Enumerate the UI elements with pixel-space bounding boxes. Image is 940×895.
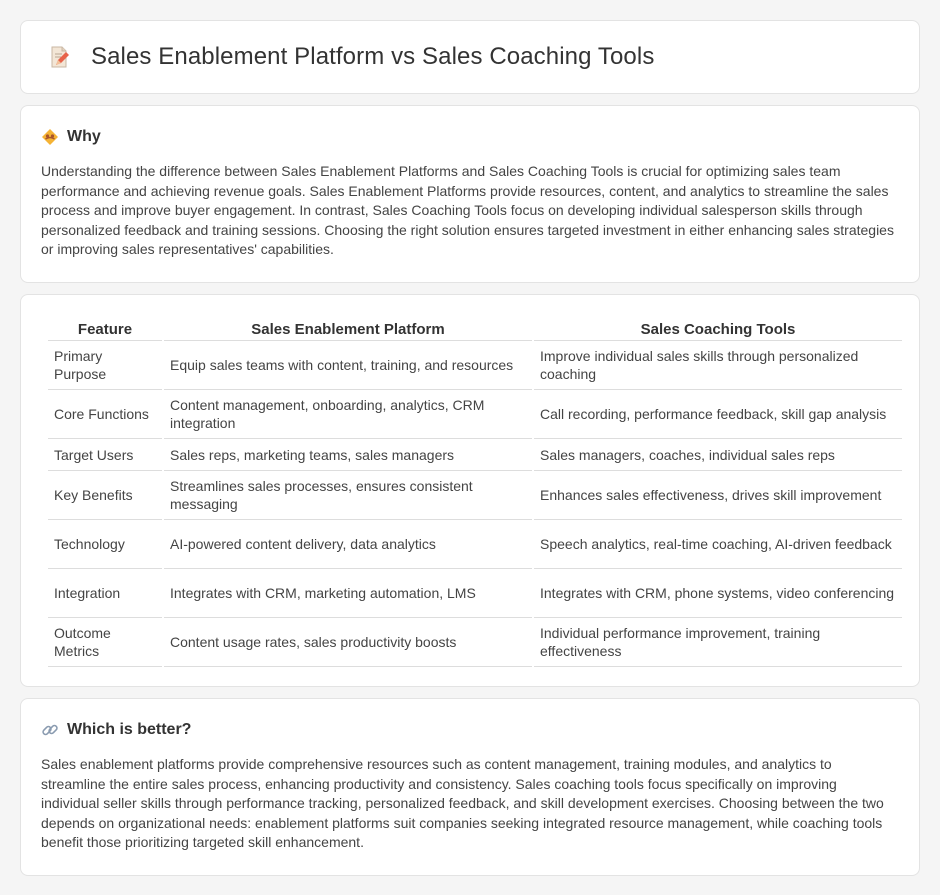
enablement-cell: Sales reps, marketing teams, sales manag… [164,439,532,471]
header-feature: Feature [48,315,162,341]
better-section: Which is better? Sales enablement platfo… [20,698,920,876]
better-text: Sales enablement platforms provide compr… [41,756,884,850]
header-enablement: Sales Enablement Platform [164,315,532,341]
page-title: Sales Enablement Platform vs Sales Coach… [91,43,655,70]
table-row: Primary Purpose Equip sales teams with c… [48,341,902,390]
enablement-cell: Streamlines sales processes, ensures con… [164,471,532,520]
coaching-cell: Improve individual sales skills through … [534,341,902,390]
enablement-cell: Integrates with CRM, marketing automatio… [164,569,532,618]
enablement-cell: Content management, onboarding, analytic… [164,390,532,439]
feature-cell: Key Benefits [48,471,162,520]
feature-cell: Integration [48,569,162,618]
table-row: Outcome Metrics Content usage rates, sal… [48,618,902,667]
enablement-cell: Content usage rates, sales productivity … [164,618,532,667]
feature-cell: Technology [48,520,162,569]
coaching-cell: Sales managers, coaches, individual sale… [534,439,902,471]
coaching-cell: Call recording, performance feedback, sk… [534,390,902,439]
document-edit-icon [47,45,71,69]
coaching-cell: Individual performance improvement, trai… [534,618,902,667]
table-row: Target Users Sales reps, marketing teams… [48,439,902,471]
comparison-card: Feature Sales Enablement Platform Sales … [20,294,920,687]
coaching-cell: Enhances sales effectiveness, drives ski… [534,471,902,520]
coaching-cell: Integrates with CRM, phone systems, vide… [534,569,902,618]
why-heading: Why [67,128,101,145]
link-icon [41,721,59,739]
table-header-row: Feature Sales Enablement Platform Sales … [48,315,902,341]
handshake-icon [41,128,59,146]
title-card: Sales Enablement Platform vs Sales Coach… [20,20,920,94]
feature-cell: Outcome Metrics [48,618,162,667]
coaching-cell: Speech analytics, real-time coaching, AI… [534,520,902,569]
why-section: Why Understanding the difference between… [20,105,920,283]
enablement-cell: AI-powered content delivery, data analyt… [164,520,532,569]
better-heading: Which is better? [67,721,192,738]
table-row: Key Benefits Streamlines sales processes… [48,471,902,520]
table-row: Technology AI-powered content delivery, … [48,520,902,569]
header-coaching: Sales Coaching Tools [534,315,902,341]
feature-cell: Core Functions [48,390,162,439]
why-header: Why [41,128,899,146]
table-row: Integration Integrates with CRM, marketi… [48,569,902,618]
feature-cell: Primary Purpose [48,341,162,390]
enablement-cell: Equip sales teams with content, training… [164,341,532,390]
comparison-table: Feature Sales Enablement Platform Sales … [46,315,904,667]
better-header: Which is better? [41,721,899,739]
table-row: Core Functions Content management, onboa… [48,390,902,439]
feature-cell: Target Users [48,439,162,471]
why-text: Understanding the difference between Sal… [41,163,894,257]
